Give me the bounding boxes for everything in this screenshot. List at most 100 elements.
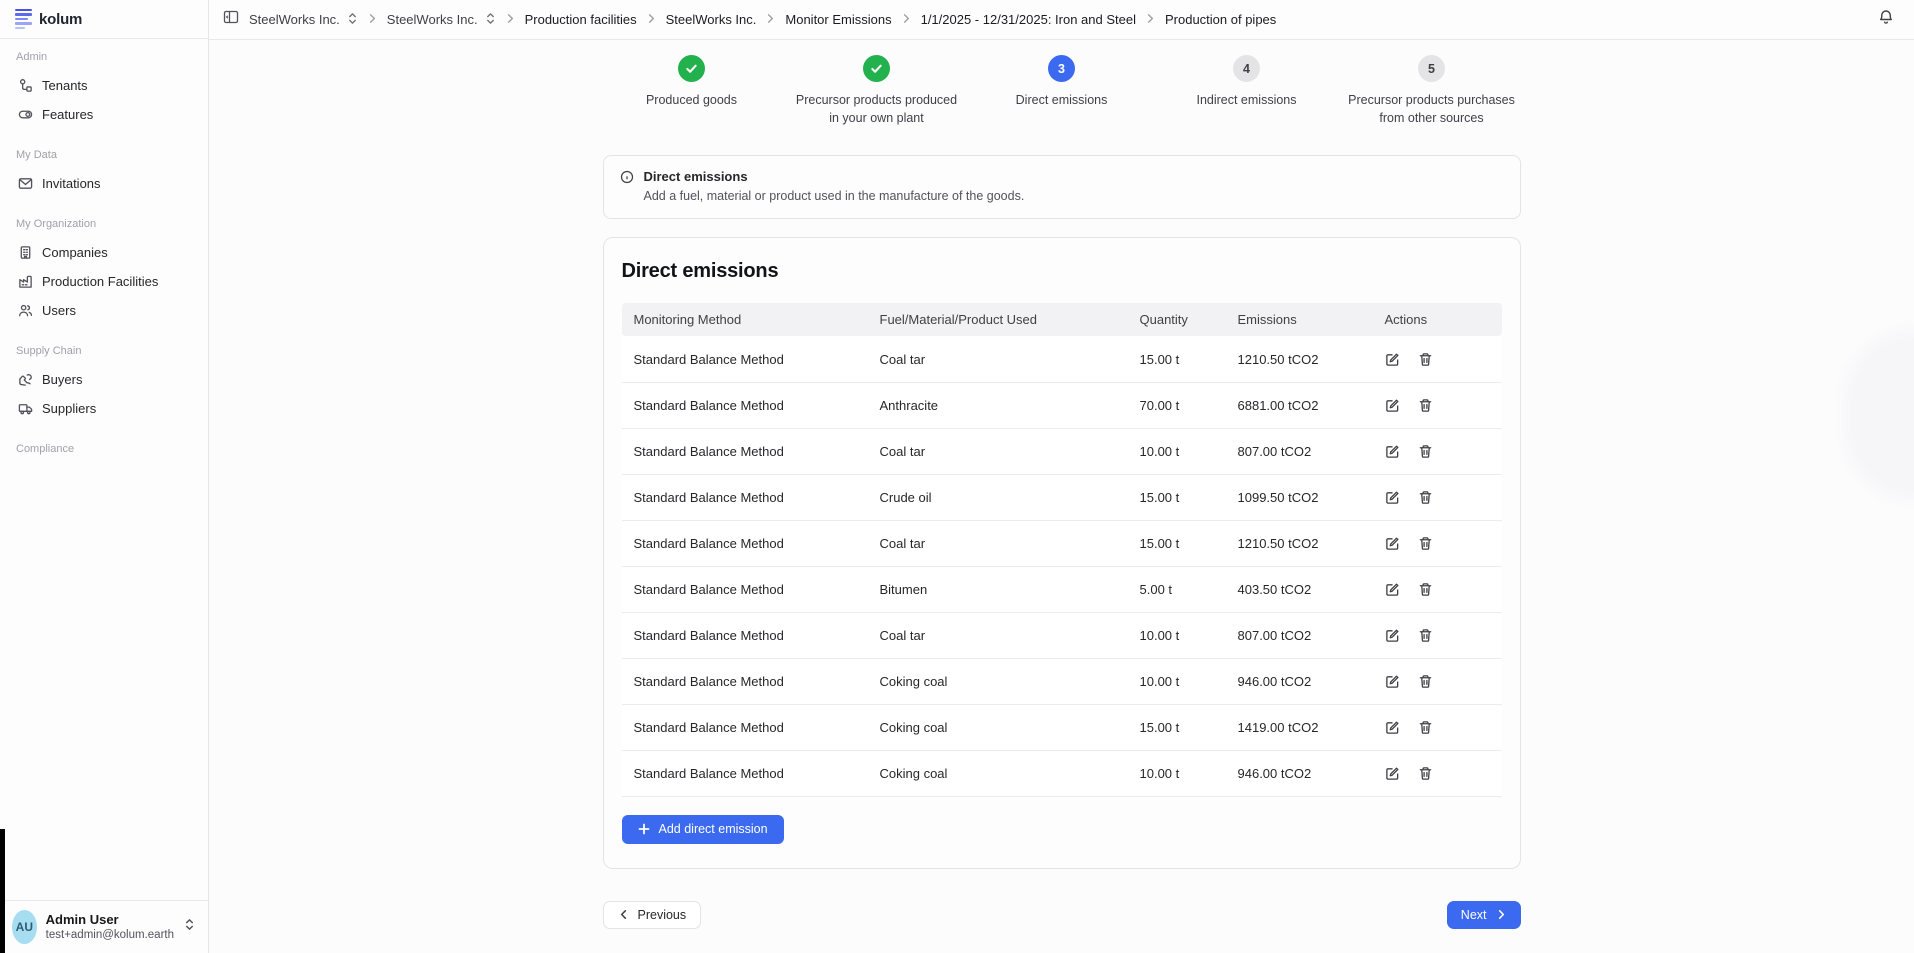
table-row: Standard Balance Method Coking coal 15.0… <box>622 704 1502 750</box>
next-button[interactable]: Next <box>1447 901 1521 929</box>
delete-button[interactable] <box>1418 490 1433 505</box>
breadcrumb-company-switcher[interactable]: SteelWorks Inc. <box>387 12 496 28</box>
wizard-nav: Previous Next <box>603 901 1521 929</box>
edit-button[interactable] <box>1385 674 1400 689</box>
delete-button[interactable] <box>1418 628 1433 643</box>
step-indirect-emissions[interactable]: 4 Indirect emissions <box>1154 55 1339 127</box>
cell-emissions: 6881.00 tCO2 <box>1226 382 1373 428</box>
cell-method: Standard Balance Method <box>622 520 868 566</box>
direct-emissions-card: Direct emissions Monitoring Method Fuel/… <box>603 237 1521 869</box>
edit-icon <box>1385 674 1400 689</box>
trash-icon <box>1418 766 1433 781</box>
cell-emissions: 1099.50 tCO2 <box>1226 474 1373 520</box>
sidebar-item-suppliers[interactable]: Suppliers <box>12 394 196 423</box>
delete-button[interactable] <box>1418 352 1433 367</box>
delete-button[interactable] <box>1418 720 1433 735</box>
cell-emissions: 807.00 tCO2 <box>1226 428 1373 474</box>
delete-button[interactable] <box>1418 536 1433 551</box>
breadcrumb-facility[interactable]: SteelWorks Inc. <box>666 12 757 27</box>
delete-button[interactable] <box>1418 766 1433 781</box>
delete-button[interactable] <box>1418 444 1433 459</box>
cell-fuel: Anthracite <box>868 382 1128 428</box>
edit-button[interactable] <box>1385 582 1400 597</box>
step-label: Produced goods <box>646 91 737 109</box>
user-menu[interactable]: AU Admin User test+admin@kolum.earth <box>0 900 208 953</box>
edit-button[interactable] <box>1385 398 1400 413</box>
edit-button[interactable] <box>1385 766 1400 781</box>
edit-icon <box>1385 352 1400 367</box>
cell-quantity: 15.00 t <box>1128 336 1226 382</box>
plus-icon <box>638 823 650 835</box>
step-label: Precursor products produced in your own … <box>791 91 963 127</box>
notifications-bell-icon[interactable] <box>1878 9 1894 31</box>
step-precursor-purchases[interactable]: 5 Precursor products purchases from othe… <box>1339 55 1524 127</box>
chevron-right-icon <box>1496 909 1507 920</box>
breadcrumb-production-of-pipes[interactable]: Production of pipes <box>1165 12 1276 27</box>
step-active-circle: 3 <box>1048 55 1075 82</box>
trash-icon <box>1418 444 1433 459</box>
main-area: SteelWorks Inc. SteelWorks Inc. Producti… <box>209 0 1914 953</box>
edit-button[interactable] <box>1385 536 1400 551</box>
edit-button[interactable] <box>1385 628 1400 643</box>
cell-quantity: 10.00 t <box>1128 658 1226 704</box>
cell-fuel: Crude oil <box>868 474 1128 520</box>
breadcrumb-monitor-emissions[interactable]: Monitor Emissions <box>785 12 891 27</box>
step-complete-circle <box>678 55 705 82</box>
cell-quantity: 10.00 t <box>1128 612 1226 658</box>
table-row: Standard Balance Method Coking coal 10.0… <box>622 658 1502 704</box>
table-row: Standard Balance Method Anthracite 70.00… <box>622 382 1502 428</box>
breadcrumb-reporting-period[interactable]: 1/1/2025 - 12/31/2025: Iron and Steel <box>921 12 1136 27</box>
user-email: test+admin@kolum.earth <box>46 928 174 942</box>
edit-button[interactable] <box>1385 490 1400 505</box>
topbar: SteelWorks Inc. SteelWorks Inc. Producti… <box>209 0 1914 40</box>
building-icon <box>18 245 33 260</box>
sidebar-item-users[interactable]: Users <box>12 296 196 325</box>
trash-icon <box>1418 674 1433 689</box>
edit-button[interactable] <box>1385 352 1400 367</box>
step-precursor-own-plant[interactable]: Precursor products produced in your own … <box>784 55 969 127</box>
section-label-compliance: Compliance <box>16 443 196 455</box>
step-direct-emissions[interactable]: 3 Direct emissions <box>969 55 1154 127</box>
sidebar-item-features[interactable]: Features <box>12 100 196 129</box>
table-row: Standard Balance Method Coal tar 15.00 t… <box>622 336 1502 382</box>
cell-method: Standard Balance Method <box>622 658 868 704</box>
wizard-stepper: Produced goods Precursor products produc… <box>209 40 1914 127</box>
sidebar-item-invitations[interactable]: Invitations <box>12 169 196 198</box>
sidebar-nav: Admin Tenants Features My Data Invitatio… <box>0 39 208 900</box>
cell-fuel: Coal tar <box>868 520 1128 566</box>
delete-button[interactable] <box>1418 674 1433 689</box>
cell-quantity: 10.00 t <box>1128 428 1226 474</box>
sidebar-item-buyers[interactable]: Buyers <box>12 365 196 394</box>
table-row: Standard Balance Method Coal tar 10.00 t… <box>622 612 1502 658</box>
chevron-left-icon <box>618 909 629 920</box>
delete-button[interactable] <box>1418 398 1433 413</box>
chevron-updown-icon <box>183 918 196 936</box>
truck-icon <box>18 401 33 416</box>
avatar: AU <box>12 910 37 944</box>
delete-button[interactable] <box>1418 582 1433 597</box>
cell-quantity: 10.00 t <box>1128 750 1226 796</box>
chevron-updown-icon <box>347 12 358 28</box>
card-title: Direct emissions <box>622 260 1502 283</box>
logo-text: kolum <box>39 11 82 28</box>
step-produced-goods[interactable]: Produced goods <box>599 55 784 127</box>
check-icon <box>685 62 698 75</box>
cell-emissions: 807.00 tCO2 <box>1226 612 1373 658</box>
cell-method: Standard Balance Method <box>622 336 868 382</box>
previous-button[interactable]: Previous <box>603 901 702 929</box>
sidebar-item-production-facilities[interactable]: Production Facilities <box>12 267 196 296</box>
add-direct-emission-button[interactable]: Add direct emission <box>622 815 784 844</box>
edit-button[interactable] <box>1385 444 1400 459</box>
sidebar-logo[interactable]: kolum <box>0 0 208 39</box>
chevron-right-icon <box>646 11 657 29</box>
breadcrumb-production-facilities[interactable]: Production facilities <box>525 12 637 27</box>
cell-method: Standard Balance Method <box>622 704 868 750</box>
app-window: kolum Admin Tenants Features My Data Inv… <box>0 0 1914 953</box>
cell-quantity: 70.00 t <box>1128 382 1226 428</box>
column-header-monitoring-method: Monitoring Method <box>622 303 868 336</box>
edit-button[interactable] <box>1385 720 1400 735</box>
sidebar-item-tenants[interactable]: Tenants <box>12 71 196 100</box>
breadcrumb-tenant-switcher[interactable]: SteelWorks Inc. <box>249 12 358 28</box>
sidebar-item-companies[interactable]: Companies <box>12 238 196 267</box>
sidebar-toggle-icon[interactable] <box>223 9 239 30</box>
